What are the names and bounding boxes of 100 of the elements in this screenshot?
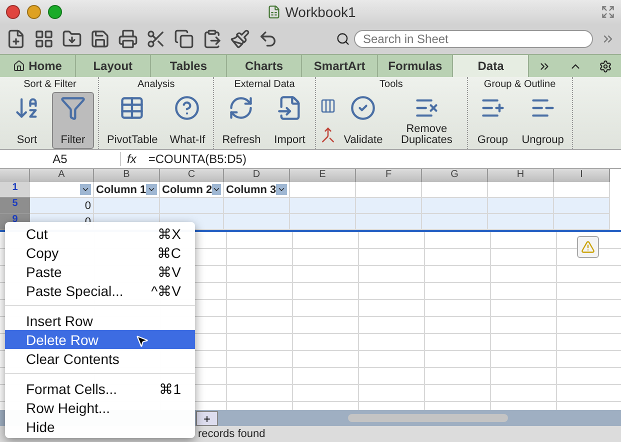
group-title: Group & Outline bbox=[482, 78, 557, 92]
filter-dropdown[interactable] bbox=[212, 184, 222, 195]
grid-cell[interactable]: Column 1 bbox=[94, 182, 160, 198]
home-icon bbox=[12, 60, 25, 72]
column-header: C bbox=[160, 169, 224, 182]
column-header: G bbox=[422, 169, 488, 182]
ribbon-button[interactable]: Group bbox=[472, 92, 514, 149]
grid-cell[interactable] bbox=[422, 214, 488, 230]
paintbrush-icon[interactable] bbox=[230, 29, 250, 49]
grid-cell[interactable] bbox=[356, 214, 422, 230]
fullscreen-icon[interactable] bbox=[601, 5, 615, 19]
grid-cell[interactable] bbox=[488, 214, 554, 230]
add-sheet-button[interactable]: + bbox=[196, 410, 218, 426]
settings-icon[interactable] bbox=[599, 60, 612, 72]
menu-item[interactable]: Paste ⌘V bbox=[5, 262, 195, 281]
folder-icon[interactable] bbox=[62, 29, 82, 49]
select-all-corner[interactable] bbox=[0, 169, 30, 182]
zoom-button[interactable] bbox=[48, 5, 62, 19]
grid-cell[interactable] bbox=[422, 198, 488, 214]
grid-cell[interactable] bbox=[224, 198, 290, 214]
ribbon-button[interactable]: Validate bbox=[340, 92, 387, 149]
menu-item[interactable]: Hide bbox=[5, 417, 195, 436]
grid-cell[interactable] bbox=[290, 182, 356, 198]
grid-cell[interactable] bbox=[224, 214, 290, 230]
menu-item[interactable]: Row Height... bbox=[5, 398, 195, 417]
menu-item[interactable]: Delete Row bbox=[5, 330, 195, 349]
menu-item[interactable]: Insert Row bbox=[5, 311, 195, 330]
menu-item[interactable]: Paste Special... ^⌘V bbox=[5, 281, 195, 300]
warning-icon bbox=[581, 240, 595, 254]
grid-cell[interactable] bbox=[554, 198, 610, 214]
close-button[interactable] bbox=[6, 5, 20, 19]
grid-cell[interactable] bbox=[290, 198, 356, 214]
column-header: B bbox=[94, 169, 160, 182]
print-icon[interactable] bbox=[118, 29, 138, 49]
ribbon-tab[interactable]: Data bbox=[453, 55, 530, 77]
column-header: I bbox=[554, 169, 610, 182]
grid-cell[interactable] bbox=[356, 182, 422, 198]
grid-cell[interactable] bbox=[356, 198, 422, 214]
row-header: 5 bbox=[0, 198, 30, 214]
paste-icon[interactable] bbox=[202, 29, 222, 49]
undo-icon[interactable] bbox=[258, 29, 278, 49]
columns-icon[interactable] bbox=[320, 98, 336, 114]
caret-icon bbox=[212, 185, 222, 194]
funnel-icon bbox=[60, 95, 86, 121]
grid-cell[interactable] bbox=[422, 182, 488, 198]
menu-item[interactable]: Clear Contents bbox=[5, 349, 195, 368]
gallery-icon[interactable] bbox=[34, 29, 54, 49]
grid-cell[interactable] bbox=[94, 198, 160, 214]
scissors-icon[interactable] bbox=[146, 29, 166, 49]
group-title: External Data bbox=[233, 78, 296, 92]
ribbon-button[interactable]: Ungroup bbox=[518, 92, 568, 149]
formula-field[interactable]: =COUNTA(B5:D5) bbox=[142, 152, 621, 166]
minimize-button[interactable] bbox=[27, 5, 41, 19]
grid-cell[interactable] bbox=[488, 198, 554, 214]
grid-cell[interactable] bbox=[554, 182, 610, 198]
ribbon-button[interactable]: PivotTable bbox=[103, 92, 162, 149]
grid-cell[interactable] bbox=[30, 182, 94, 198]
ribbon-button[interactable]: Remove Duplicates bbox=[390, 92, 463, 149]
caret-icon bbox=[147, 185, 156, 194]
grid-cell[interactable]: Column 2 bbox=[160, 182, 224, 198]
cell-text: 0 bbox=[84, 200, 91, 212]
ribbon-button[interactable]: Refresh bbox=[218, 92, 265, 149]
filter-dropdown[interactable] bbox=[276, 184, 287, 195]
menu-item[interactable]: Format Cells... ⌘1 bbox=[5, 379, 195, 398]
row-header: 1 bbox=[0, 182, 30, 198]
grid-cell[interactable]: Column 3 bbox=[224, 182, 290, 198]
save-icon[interactable] bbox=[90, 29, 110, 49]
grid-cell[interactable] bbox=[290, 214, 356, 230]
grid-cell[interactable] bbox=[554, 214, 610, 230]
ribbon-button[interactable]: Import bbox=[268, 92, 311, 149]
grid-cell[interactable]: 0 bbox=[30, 198, 94, 214]
caret-icon bbox=[277, 185, 286, 194]
column-header: F bbox=[356, 169, 422, 182]
ribbon-button[interactable]: What-If bbox=[166, 92, 210, 149]
menu-item[interactable]: Copy ⌘C bbox=[5, 243, 195, 262]
copy-icon[interactable] bbox=[174, 29, 194, 49]
filter-dropdown[interactable] bbox=[80, 184, 91, 195]
search-icon[interactable] bbox=[336, 32, 350, 46]
cell-text: Column 3 bbox=[226, 184, 276, 196]
column-header: E bbox=[290, 169, 356, 182]
grid-cell[interactable] bbox=[488, 182, 554, 198]
ribbon-button[interactable]: Filter bbox=[52, 92, 94, 149]
merge-icon[interactable] bbox=[320, 126, 336, 143]
warning-button[interactable] bbox=[577, 236, 599, 258]
column-header: A bbox=[30, 169, 94, 182]
ribbon-button[interactable]: Sort bbox=[6, 92, 48, 149]
new-file-icon[interactable] bbox=[6, 29, 26, 49]
name-box[interactable]: A5 bbox=[0, 152, 121, 166]
column-header: D bbox=[224, 169, 290, 182]
spreadsheet-icon bbox=[267, 5, 282, 19]
cell-text: Column 1 bbox=[96, 184, 146, 196]
pointer-icon bbox=[135, 334, 149, 348]
scrollbar-thumb[interactable] bbox=[348, 414, 508, 422]
filter-dropdown[interactable] bbox=[146, 184, 157, 195]
grid-cell[interactable] bbox=[160, 198, 224, 214]
search-field[interactable]: Search in Sheet bbox=[354, 30, 593, 48]
caret-icon bbox=[81, 185, 90, 194]
question-icon bbox=[174, 95, 200, 121]
table-icon bbox=[119, 95, 146, 121]
function-button[interactable]: fx bbox=[121, 152, 142, 166]
